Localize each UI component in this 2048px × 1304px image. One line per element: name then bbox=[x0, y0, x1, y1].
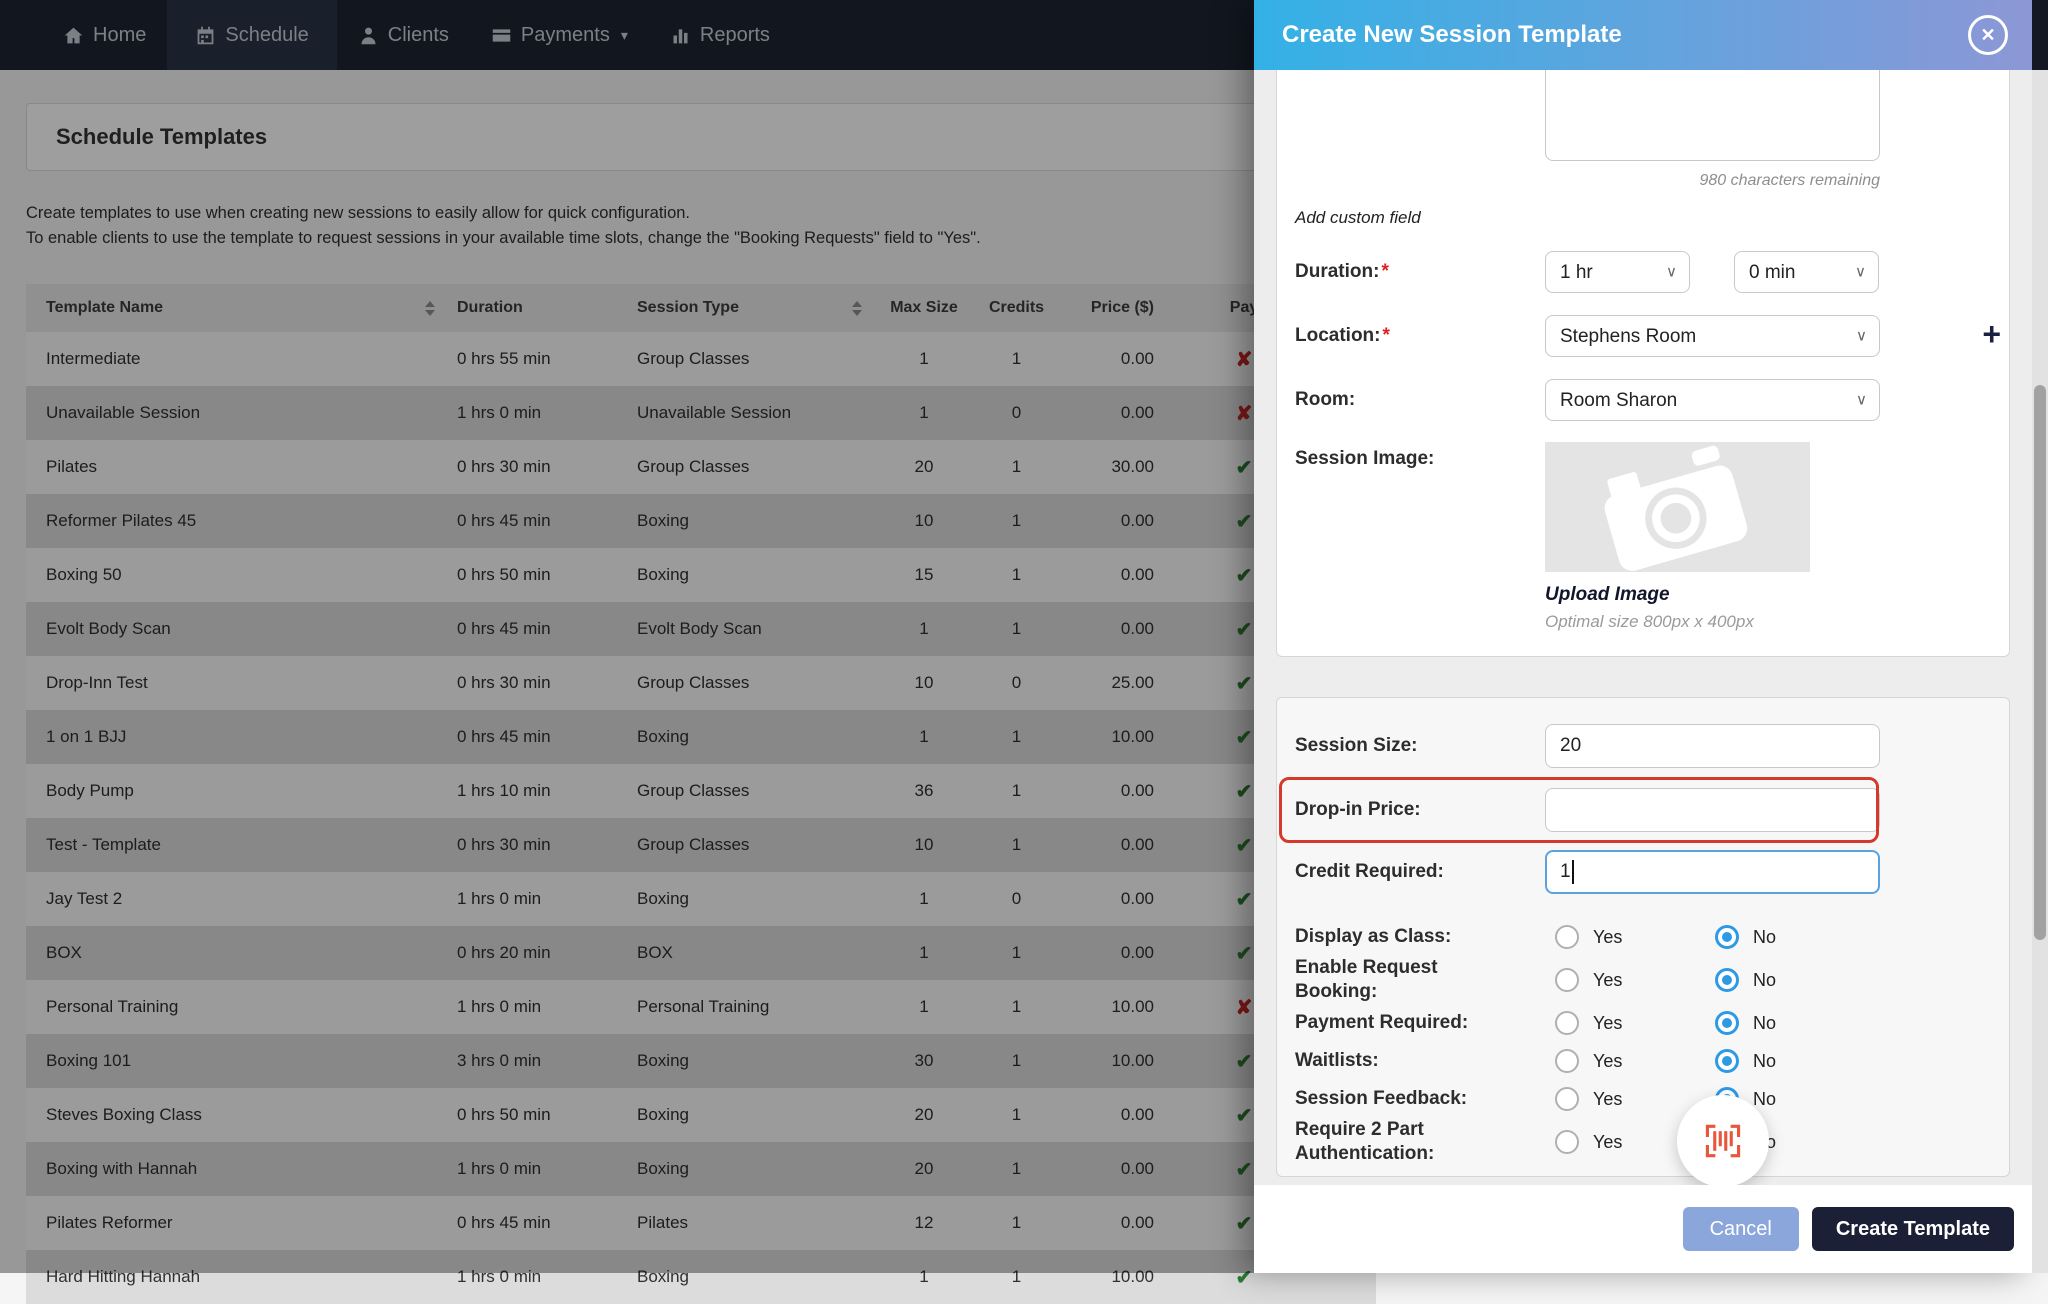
optimal-size-text: Optimal size 800px x 400px bbox=[1545, 612, 1754, 631]
add-location-icon[interactable]: + bbox=[1982, 318, 2001, 350]
room-label: Room: bbox=[1295, 389, 1356, 410]
duration-minutes-select[interactable]: 0 min bbox=[1734, 251, 1879, 293]
drop-in-price-label: Drop-in Price: bbox=[1295, 799, 1421, 820]
radio-yes[interactable]: Yes bbox=[1555, 925, 1715, 949]
add-custom-field-link[interactable]: Add custom field bbox=[1295, 208, 1421, 228]
modal-body: 980 characters remaining Add custom fiel… bbox=[1254, 70, 2032, 1185]
chars-remaining-text: 980 characters remaining bbox=[1699, 172, 1880, 189]
location-select[interactable]: Stephens Room bbox=[1545, 315, 1880, 357]
radio-icon bbox=[1555, 1087, 1579, 1111]
description-textarea[interactable] bbox=[1545, 70, 1880, 161]
radio-icon bbox=[1715, 968, 1739, 992]
scrollbar-top-cap bbox=[2032, 0, 2048, 70]
radio-yes[interactable]: Yes bbox=[1555, 968, 1715, 992]
create-template-button[interactable]: Create Template bbox=[1811, 1207, 2014, 1251]
radio-no[interactable]: No bbox=[1715, 1011, 1776, 1035]
toggle-label: Payment Required: bbox=[1295, 1012, 1469, 1033]
radio-no[interactable]: No bbox=[1715, 925, 1776, 949]
toggle-label: Display as Class: bbox=[1295, 926, 1452, 947]
toggle-row: Waitlists: Yes No bbox=[1295, 1042, 1991, 1080]
radio-no[interactable]: No bbox=[1715, 968, 1776, 992]
barcode-scan-button[interactable] bbox=[1677, 1095, 1769, 1185]
session-size-label: Session Size: bbox=[1295, 735, 1418, 756]
radio-icon bbox=[1555, 925, 1579, 949]
toggle-label: Enable Request Booking: bbox=[1295, 957, 1438, 1002]
location-label: Location: * bbox=[1295, 325, 1390, 346]
toggle-rows: Display as Class: Yes No Enable Request … bbox=[1295, 918, 1991, 1166]
session-image-placeholder bbox=[1545, 442, 1810, 572]
toggle-row: Display as Class: Yes No bbox=[1295, 918, 1991, 956]
radio-yes[interactable]: Yes bbox=[1555, 1049, 1715, 1073]
toggle-row: Require 2 Part Authentication: Yes No bbox=[1295, 1118, 1991, 1166]
radio-icon bbox=[1715, 1011, 1739, 1035]
toggle-label: Waitlists: bbox=[1295, 1050, 1379, 1071]
radio-icon bbox=[1555, 1130, 1579, 1154]
camera-icon bbox=[1604, 445, 1747, 571]
radio-no[interactable]: No bbox=[1715, 1049, 1776, 1073]
create-session-template-modal: Create New Session Template ✕ 980 charac… bbox=[1254, 0, 2032, 1273]
credit-required-value: 1 bbox=[1560, 861, 1571, 882]
toggle-label: Require 2 Part Authentication: bbox=[1295, 1119, 1435, 1164]
required-asterisk: * bbox=[1381, 261, 1389, 282]
toggle-row: Enable Request Booking: Yes No bbox=[1295, 956, 1991, 1004]
duration-hours-select[interactable]: 1 hr bbox=[1545, 251, 1690, 293]
modal-footer: Cancel Create Template bbox=[1254, 1185, 2032, 1273]
close-icon[interactable]: ✕ bbox=[1968, 15, 2008, 55]
upload-image-link[interactable]: Upload Image bbox=[1545, 584, 1991, 606]
room-select[interactable]: Room Sharon bbox=[1545, 379, 1880, 421]
window-scrollbar bbox=[2032, 0, 2048, 1273]
cancel-button[interactable]: Cancel bbox=[1682, 1207, 1799, 1251]
radio-icon bbox=[1715, 925, 1739, 949]
drop-in-price-input[interactable] bbox=[1545, 788, 1880, 832]
required-asterisk: * bbox=[1382, 325, 1390, 346]
radio-icon bbox=[1715, 1049, 1739, 1073]
toggle-label: Session Feedback: bbox=[1295, 1088, 1468, 1109]
modal-header: Create New Session Template ✕ bbox=[1254, 0, 2032, 70]
barcode-icon bbox=[1705, 1124, 1741, 1158]
session-image-label: Session Image: bbox=[1295, 448, 1435, 469]
credit-required-label: Credit Required: bbox=[1295, 861, 1444, 882]
text-cursor bbox=[1571, 860, 1574, 884]
toggle-row: Session Feedback: Yes No bbox=[1295, 1080, 1991, 1118]
radio-yes[interactable]: Yes bbox=[1555, 1011, 1715, 1035]
session-size-input[interactable] bbox=[1545, 724, 1880, 768]
session-details-panel: 980 characters remaining Add custom fiel… bbox=[1276, 70, 2010, 657]
credit-required-input[interactable]: 1 bbox=[1545, 850, 1880, 894]
duration-label: Duration: * bbox=[1295, 261, 1389, 282]
radio-icon bbox=[1555, 1011, 1579, 1035]
radio-icon bbox=[1555, 968, 1579, 992]
session-settings-panel: Session Size: Drop-in Price: Credit Requ… bbox=[1276, 697, 2010, 1185]
modal-title: Create New Session Template bbox=[1282, 21, 1622, 48]
radio-icon bbox=[1555, 1049, 1579, 1073]
scrollbar-thumb[interactable] bbox=[2034, 385, 2046, 940]
toggle-row: Payment Required: Yes No bbox=[1295, 1004, 1991, 1042]
